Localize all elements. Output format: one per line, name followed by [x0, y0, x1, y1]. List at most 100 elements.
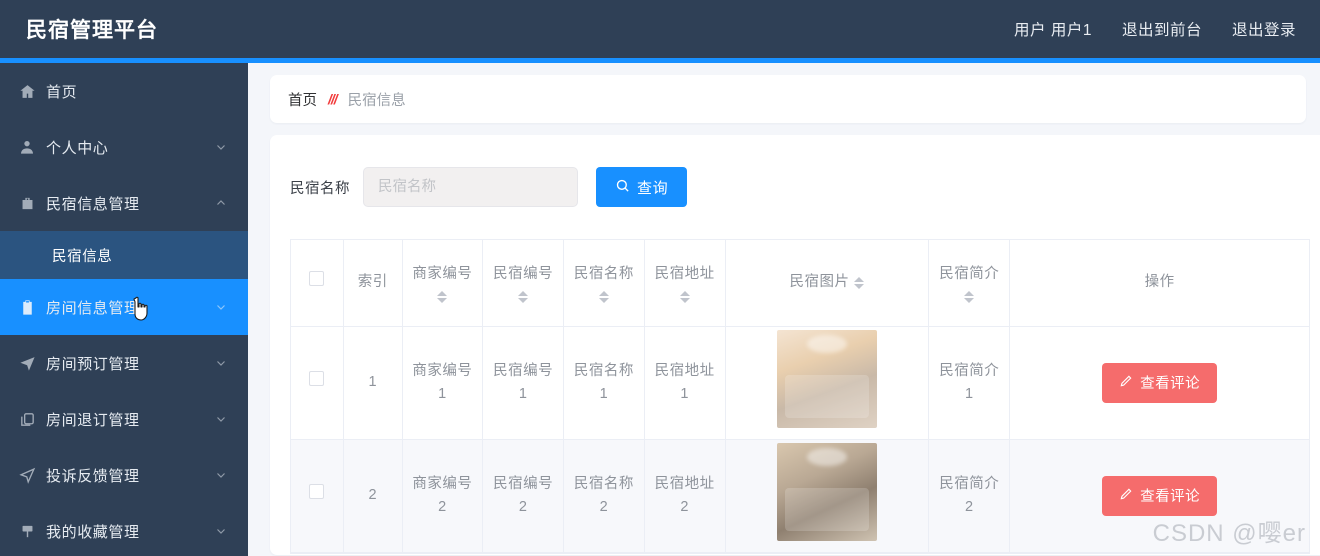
cell-operations: 查看评论	[1009, 326, 1310, 440]
sidebar-subitem-homestay-info[interactable]: 民宿信息	[0, 231, 248, 279]
chevron-down-icon	[214, 524, 228, 538]
chevron-down-icon	[214, 412, 228, 426]
table-head: 索引 商家编号 民宿编号 民宿名称 民宿地址 民宿图片 民宿简介 操作	[291, 240, 1310, 327]
th-label: 商家编号	[412, 265, 473, 282]
sort-icon[interactable]	[964, 290, 975, 303]
copy-icon	[14, 411, 40, 428]
breadcrumb-current: 民宿信息	[347, 92, 406, 109]
sidebar-item-home[interactable]: 首页	[0, 63, 248, 119]
exit-to-front-button[interactable]: 退出到前台	[1122, 18, 1202, 40]
th-homestay-no[interactable]: 民宿编号	[482, 240, 565, 327]
select-all-checkbox[interactable]	[309, 271, 325, 287]
home-icon	[14, 83, 40, 100]
sidebar-item-room-cancel-management[interactable]: 房间退订管理	[0, 391, 248, 447]
row-checkbox[interactable]	[309, 484, 325, 499]
briefcase-icon	[14, 195, 40, 212]
sidebar-item-label: 投诉反馈管理	[46, 467, 140, 485]
view-comments-label: 查看评论	[1140, 489, 1201, 505]
th-label: 索引	[357, 274, 388, 291]
breadcrumb-home-link[interactable]: 首页	[288, 89, 317, 110]
table-row[interactable]: 1 商家编号1 民宿编号1 民宿名称1 民宿地址1 民宿简介1 查看评论	[291, 326, 1310, 440]
search-input[interactable]	[363, 167, 578, 207]
cell-merchant-no: 商家编号2	[402, 439, 484, 553]
th-select-all	[291, 240, 344, 327]
user-label[interactable]: 用户 用户1	[1014, 18, 1092, 40]
th-homestay-name[interactable]: 民宿名称	[563, 240, 645, 327]
sidebar-item-personal-center[interactable]: 个人中心	[0, 119, 248, 175]
th-label: 民宿名称	[573, 265, 634, 282]
cell-homestay-no: 民宿编号1	[482, 326, 565, 440]
th-homestay-address[interactable]: 民宿地址	[644, 240, 726, 327]
cell-operations: 查看评论	[1009, 439, 1310, 553]
th-label: 民宿简介	[939, 265, 1000, 282]
user-icon	[14, 139, 40, 155]
app-brand-title: 民宿管理平台	[26, 19, 158, 42]
cell-homestay-intro: 民宿简介1	[928, 326, 1011, 440]
homestay-table: 索引 商家编号 民宿编号 民宿名称 民宿地址 民宿图片 民宿简介 操作 1 商家…	[291, 240, 1310, 553]
breadcrumb: 首页 /// 民宿信息	[270, 75, 1306, 123]
top-navbar: 民宿管理平台 用户 用户1 退出到前台 退出登录	[0, 0, 1320, 58]
table-row[interactable]: 2 商家编号2 民宿编号2 民宿名称2 民宿地址2 民宿简介2 查看评论	[291, 439, 1310, 553]
table-header-row: 索引 商家编号 民宿编号 民宿名称 民宿地址 民宿图片 民宿简介 操作	[291, 240, 1310, 327]
row-checkbox-cell	[291, 439, 344, 553]
search-bar: 民宿名称 查询	[270, 157, 1320, 217]
chevron-down-icon	[214, 356, 228, 370]
send-icon	[14, 355, 40, 372]
pen-icon	[1119, 374, 1133, 392]
th-label: 民宿图片	[789, 274, 850, 291]
search-button[interactable]: 查询	[596, 167, 688, 207]
cell-homestay-no: 民宿编号2	[482, 439, 565, 553]
th-homestay-intro[interactable]: 民宿简介	[928, 240, 1011, 327]
th-merchant-no[interactable]: 商家编号	[402, 240, 484, 327]
sort-icon[interactable]	[598, 290, 609, 303]
cell-homestay-image	[725, 326, 930, 440]
sidebar-item-homestay-info-management[interactable]: 民宿信息管理	[0, 175, 248, 231]
search-label: 民宿名称	[290, 180, 350, 197]
sidebar-item-label: 我的收藏管理	[46, 523, 140, 541]
cell-index: 1	[343, 326, 403, 440]
sidebar-item-my-favorites-management[interactable]: 我的收藏管理	[0, 503, 248, 556]
app-root: 民宿管理平台 用户 用户1 退出到前台 退出登录 首页 个人中心 民宿信息管理 …	[0, 0, 1320, 556]
sidebar-item-room-info-management[interactable]: 房间信息管理	[0, 279, 248, 335]
chevron-down-icon	[214, 300, 228, 314]
row-checkbox-cell	[291, 326, 344, 440]
sort-icon[interactable]	[518, 290, 529, 303]
navbar-right-links: 用户 用户1 退出到前台 退出登录	[1014, 18, 1296, 40]
th-label: 操作	[1144, 274, 1175, 291]
chevron-down-icon	[214, 468, 228, 482]
homestay-thumbnail[interactable]	[776, 442, 877, 541]
cell-homestay-address: 民宿地址1	[644, 326, 726, 440]
navigation-icon	[14, 467, 40, 484]
main-content: 首页 /// 民宿信息 民宿名称 查询	[248, 63, 1320, 556]
cell-homestay-name: 民宿名称1	[563, 326, 645, 440]
search-icon	[615, 178, 630, 197]
sort-icon[interactable]	[854, 276, 865, 289]
pen-icon	[1119, 487, 1133, 505]
view-comments-button[interactable]: 查看评论	[1102, 362, 1218, 403]
homestay-thumbnail[interactable]	[776, 329, 877, 428]
breadcrumb-separator-icon: ///	[328, 91, 338, 107]
th-operations: 操作	[1009, 240, 1310, 327]
sort-icon[interactable]	[437, 290, 448, 303]
th-label: 民宿地址	[654, 265, 715, 282]
cell-homestay-name: 民宿名称2	[563, 439, 645, 553]
sidebar-item-room-booking-management[interactable]: 房间预订管理	[0, 335, 248, 391]
th-homestay-image[interactable]: 民宿图片	[725, 240, 930, 327]
chevron-up-icon	[214, 196, 228, 210]
sort-icon[interactable]	[679, 290, 690, 303]
cell-homestay-intro: 民宿简介2	[928, 439, 1011, 553]
row-checkbox[interactable]	[309, 371, 325, 386]
sidebar-item-complaint-feedback-management[interactable]: 投诉反馈管理	[0, 447, 248, 503]
view-comments-label: 查看评论	[1140, 376, 1201, 392]
sidebar-item-label: 首页	[46, 83, 78, 101]
view-comments-button[interactable]: 查看评论	[1102, 475, 1218, 516]
search-button-label: 查询	[637, 179, 669, 197]
th-index: 索引	[343, 240, 403, 327]
table-body: 1 商家编号1 民宿编号1 民宿名称1 民宿地址1 民宿简介1 查看评论 2 商…	[291, 326, 1310, 553]
logout-button[interactable]: 退出登录	[1232, 18, 1296, 40]
sidebar: 首页 个人中心 民宿信息管理 民宿信息 房间信息管理 房间预订管理 房间退订管理…	[0, 63, 248, 556]
cell-homestay-image	[725, 439, 930, 553]
cell-merchant-no: 商家编号1	[402, 326, 484, 440]
cell-homestay-address: 民宿地址2	[644, 439, 726, 553]
sidebar-item-label: 房间信息管理	[46, 299, 140, 317]
